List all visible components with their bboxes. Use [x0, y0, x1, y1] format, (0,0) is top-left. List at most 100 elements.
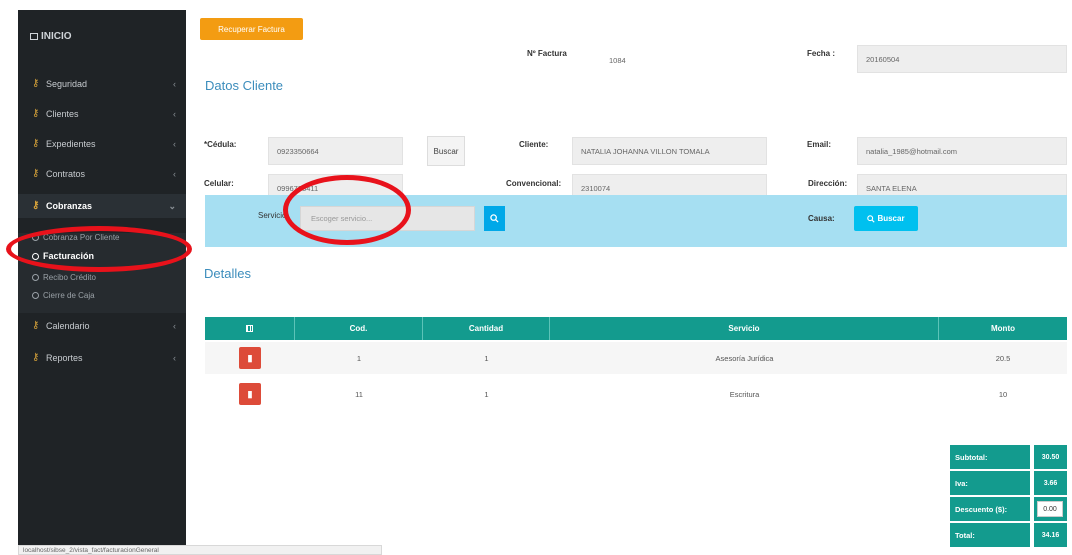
menu-icon: ⚷: [32, 168, 40, 179]
circle-icon: [32, 273, 39, 281]
sidebar-item-label: Calendario: [46, 321, 90, 331]
circle-icon: [32, 291, 39, 299]
sidebar-item-label: Reportes: [46, 353, 83, 363]
trash-icon: ▮: [247, 388, 253, 399]
circle-icon: [32, 252, 39, 260]
cedula-label: *Cédula:: [204, 140, 237, 149]
buscar-causa-button[interactable]: Buscar: [854, 206, 918, 231]
factura-number-value: 1084: [609, 56, 626, 65]
servicio-select[interactable]: Escoger servicio...: [300, 206, 475, 231]
sidebar-item-reportes[interactable]: ⚷ Reportes ‹: [18, 346, 186, 370]
sidebar-subitem-recibo-credito[interactable]: Recibo Crédito: [18, 268, 186, 286]
row-actions: ▮: [205, 342, 295, 374]
sidebar-item-calendario[interactable]: ⚷ Calendario ‹: [18, 314, 186, 338]
table-row: ▮ 1 1 Asesoría Jurídica 20.5: [205, 342, 1067, 374]
cell-cantidad: 1: [484, 389, 489, 399]
recuperar-factura-button[interactable]: Recuperar Factura: [200, 18, 303, 40]
chevron-left-icon: ‹: [173, 321, 176, 331]
sidebar-subitem-facturacion[interactable]: Facturación: [18, 247, 186, 265]
total-row: Total: 34.16: [950, 523, 1067, 549]
subtotal-value: 30.50: [1034, 445, 1067, 469]
celular-label: Celular:: [204, 179, 234, 188]
sidebar-item-label: Clientes: [46, 109, 79, 119]
delete-row-button[interactable]: ▮: [239, 347, 261, 369]
sidebar-item-label: Seguridad: [46, 79, 88, 89]
circle-icon: [32, 233, 39, 241]
subtotal-row: Subtotal: 30.50: [950, 445, 1067, 471]
chevron-left-icon: ‹: [173, 353, 176, 363]
iva-label: Iva:: [950, 471, 1030, 495]
fecha-label: Fecha :: [807, 49, 836, 58]
cliente-label: Cliente:: [519, 140, 549, 149]
sidebar-item-seguridad[interactable]: ⚷ Seguridad ‹: [18, 72, 186, 96]
sidebar-item-contratos[interactable]: ⚷ Contratos ‹: [18, 162, 186, 186]
descuento-label: Descuento ($):: [950, 497, 1030, 521]
cell-servicio: Asesoría Jurídica: [715, 353, 774, 363]
factura-number-label: Nº Factura: [527, 49, 567, 58]
sidebar-item-expedientes[interactable]: ⚷ Expedientes ‹: [18, 132, 186, 156]
grid-icon: [246, 325, 253, 332]
datos-cliente-title: Datos Cliente: [205, 78, 284, 93]
sidebar-item-label: Contratos: [46, 169, 86, 179]
chevron-left-icon: ‹: [173, 139, 176, 149]
email-field[interactable]: natalia_1985@hotmail.com: [857, 137, 1067, 165]
cell-cod: 1: [356, 353, 362, 363]
sidebar-item-cobranzas[interactable]: ⚷ Cobranzas ⌄: [18, 194, 186, 218]
causa-label: Causa:: [808, 214, 835, 223]
column-header: Servicio: [550, 317, 939, 340]
total-value: 34.16: [1034, 523, 1067, 547]
chevron-left-icon: ‹: [173, 79, 176, 89]
column-header: Monto: [991, 324, 1015, 333]
buscar-cedula-button[interactable]: Buscar: [427, 136, 465, 166]
sidebar-item-label: Cobranzas: [46, 201, 93, 211]
cell-monto: 10: [998, 389, 1008, 399]
search-icon: [867, 214, 876, 223]
cell-monto: 20.5: [995, 353, 1011, 363]
sidebar-subitem-label: Cierre de Caja: [43, 290, 95, 300]
sidebar-header-label: INICIO: [41, 30, 72, 42]
table-row: ▮ 11 1 Escritura 10: [205, 378, 1067, 410]
cedula-field[interactable]: 0923350664: [268, 137, 403, 165]
home-icon: [30, 32, 38, 40]
detalles-title: Detalles: [204, 266, 251, 281]
subtotal-label: Subtotal:: [950, 445, 1030, 469]
iva-row: Iva: 3.66: [950, 471, 1067, 497]
cliente-field[interactable]: NATALIA JOHANNA VILLON TOMALA: [572, 137, 767, 165]
convencional-label: Convencional:: [506, 179, 562, 188]
trash-icon: ▮: [247, 352, 253, 363]
menu-icon: ⚷: [32, 200, 40, 211]
chevron-left-icon: ‹: [173, 169, 176, 179]
direccion-label: Dirección:: [808, 179, 848, 188]
chevron-down-icon: ⌄: [168, 200, 176, 211]
cell-cantidad: 1: [484, 353, 489, 363]
cell-servicio: Escritura: [729, 389, 760, 399]
fecha-field[interactable]: 20160504: [857, 45, 1067, 73]
sidebar-item-clientes[interactable]: ⚷ Clientes ‹: [18, 102, 186, 126]
sidebar-subitem-label: Recibo Crédito: [43, 272, 96, 282]
servicio-label: Servicio:: [258, 211, 289, 220]
chevron-left-icon: ‹: [173, 109, 176, 119]
delete-row-button[interactable]: ▮: [239, 383, 261, 405]
sidebar: INICIO ⚷ Seguridad ‹ ⚷ Clientes ‹ ⚷ Expe…: [18, 10, 186, 545]
row-actions: ▮: [205, 378, 295, 410]
descuento-row: Descuento ($): 0.00: [950, 497, 1067, 523]
column-actions: [205, 317, 295, 340]
column-header: Cod.: [295, 317, 423, 340]
column-header: Cantidad: [423, 317, 550, 340]
browser-status-bar: localhost/sibse_2/vista_fact/facturacion…: [18, 545, 382, 555]
menu-icon: ⚷: [32, 320, 40, 331]
menu-icon: ⚷: [32, 352, 40, 363]
sidebar-subitem-label: Facturación: [43, 251, 95, 261]
iva-value: 3.66: [1034, 471, 1067, 495]
servicio-search-button[interactable]: [484, 206, 505, 231]
menu-icon: ⚷: [32, 138, 40, 149]
page: INICIO ⚷ Seguridad ‹ ⚷ Clientes ‹ ⚷ Expe…: [0, 0, 1072, 555]
email-label: Email:: [807, 140, 832, 149]
descuento-input[interactable]: 0.00: [1037, 501, 1063, 517]
sidebar-header[interactable]: INICIO: [18, 10, 186, 62]
search-icon: [490, 214, 499, 223]
sidebar-subitem-cierre-de-caja[interactable]: Cierre de Caja: [18, 286, 186, 304]
detalles-table-header: Cod. Cantidad Servicio Monto: [205, 317, 1067, 340]
cell-cod: 11: [355, 389, 363, 399]
sidebar-subitem-cobranza-por-cliente[interactable]: Cobranza Por Cliente: [18, 228, 186, 246]
